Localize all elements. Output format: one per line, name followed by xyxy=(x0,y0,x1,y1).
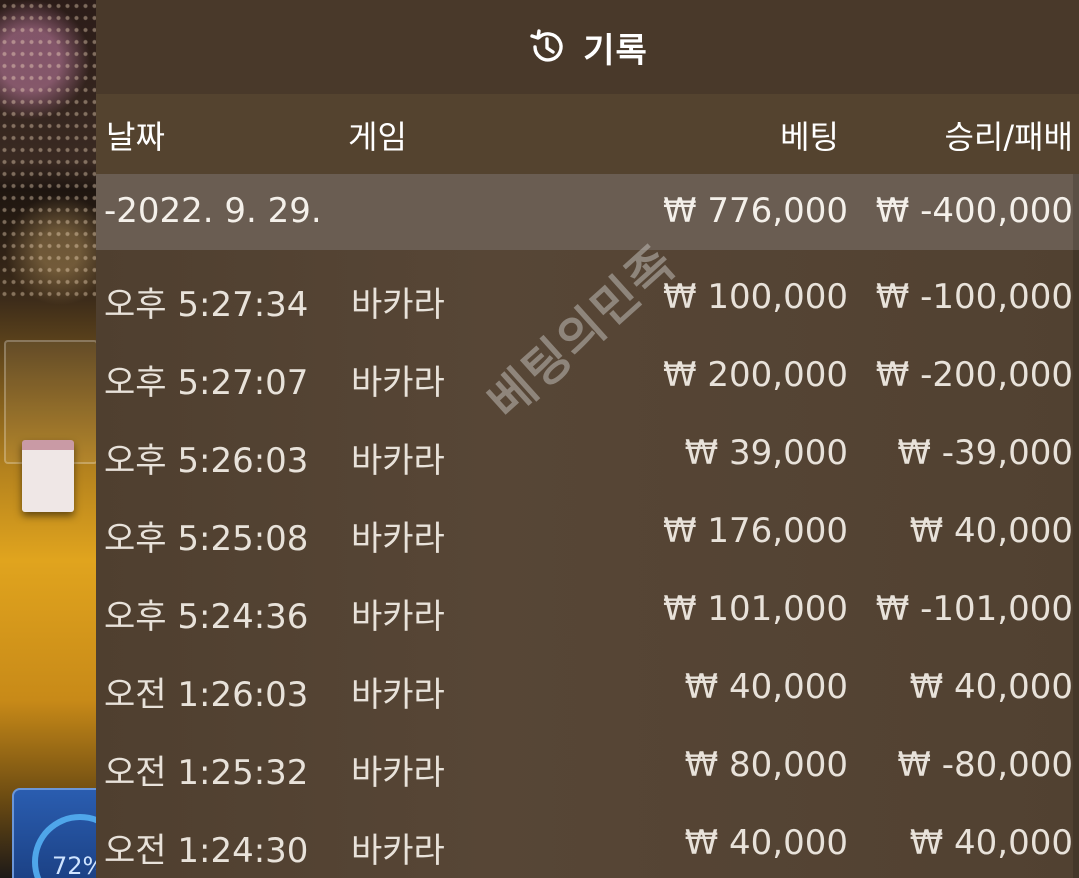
history-title: 기록 xyxy=(583,30,648,71)
summary-date: -2022. 9. 29. xyxy=(104,191,322,231)
row-bet: ₩ 40,000 xyxy=(684,667,848,707)
game-screen: 72% 기록 날짜 게임 베팅 승리/패배 -2022. 9. 29. ₩ 77… xyxy=(0,0,1079,878)
row-game: 바카라 xyxy=(351,519,445,559)
row-bet: ₩ 39,000 xyxy=(684,433,848,473)
card-deck xyxy=(22,440,74,512)
row-bet: ₩ 101,000 xyxy=(662,589,848,629)
table-row[interactable]: 오후 5:24:36 바카라 ₩ 101,000 ₩ -101,000 xyxy=(96,570,1079,648)
row-time: 오후 5:26:03 xyxy=(104,441,309,481)
table-row[interactable]: 오전 1:26:03 바카라 ₩ 40,000 ₩ 40,000 xyxy=(96,648,1079,726)
row-result: ₩ -39,000 xyxy=(897,433,1073,473)
table-row[interactable]: 오후 5:26:03 바카라 ₩ 39,000 ₩ -39,000 xyxy=(96,414,1079,492)
background-lights xyxy=(0,0,100,300)
row-game: 바카라 xyxy=(351,831,445,871)
row-result: ₩ 40,000 xyxy=(909,511,1073,551)
table-row[interactable]: 오전 1:25:32 바카라 ₩ 80,000 ₩ -80,000 xyxy=(96,726,1079,804)
column-header-game: 게임 xyxy=(348,118,407,156)
history-scrollbar[interactable] xyxy=(1073,174,1079,878)
row-time: 오후 5:25:08 xyxy=(104,519,309,559)
row-bet: ₩ 100,000 xyxy=(662,277,848,317)
table-row[interactable]: 오전 1:24:30 바카라 ₩ 40,000 ₩ 40,000 xyxy=(96,804,1079,878)
row-time: 오전 1:24:30 xyxy=(104,831,309,871)
row-game: 바카라 xyxy=(351,675,445,715)
column-header-result: 승리/패배 xyxy=(944,118,1073,156)
row-time: 오전 1:25:32 xyxy=(104,753,309,793)
row-game: 바카라 xyxy=(351,753,445,793)
column-header-bet: 베팅 xyxy=(780,118,839,156)
progress-badge[interactable]: 72% xyxy=(12,788,128,878)
row-result: ₩ -101,000 xyxy=(875,589,1073,629)
table-header: 날짜 게임 베팅 승리/패배 xyxy=(96,94,1079,174)
row-time: 오후 5:27:34 xyxy=(104,285,309,325)
row-result: ₩ -80,000 xyxy=(897,745,1073,785)
row-result: ₩ -200,000 xyxy=(875,355,1073,395)
history-header: 기록 xyxy=(96,0,1079,94)
row-time: 오후 5:24:36 xyxy=(104,597,309,637)
summary-bet-total: ₩ 776,000 xyxy=(662,191,848,231)
row-game: 바카라 xyxy=(351,285,445,325)
table-row[interactable]: 오후 5:27:07 바카라 ₩ 200,000 ₩ -200,000 xyxy=(96,336,1079,414)
table-row[interactable]: 오후 5:27:34 바카라 ₩ 100,000 ₩ -100,000 xyxy=(96,258,1079,336)
row-time: 오후 5:27:07 xyxy=(104,363,309,403)
row-game: 바카라 xyxy=(351,441,445,481)
summary-result-total: ₩ -400,000 xyxy=(875,191,1073,231)
date-summary-row[interactable]: -2022. 9. 29. ₩ 776,000 ₩ -400,000 xyxy=(96,174,1079,250)
history-panel: 기록 날짜 게임 베팅 승리/패배 -2022. 9. 29. ₩ 776,00… xyxy=(96,0,1079,878)
row-game: 바카라 xyxy=(351,597,445,637)
column-header-date: 날짜 xyxy=(106,118,165,156)
row-bet: ₩ 176,000 xyxy=(662,511,848,551)
row-result: ₩ 40,000 xyxy=(909,823,1073,863)
table-row[interactable]: 오후 5:25:08 바카라 ₩ 176,000 ₩ 40,000 xyxy=(96,492,1079,570)
history-icon xyxy=(527,27,567,67)
row-result: ₩ -100,000 xyxy=(875,277,1073,317)
row-bet: ₩ 200,000 xyxy=(662,355,848,395)
row-game: 바카라 xyxy=(351,363,445,403)
row-time: 오전 1:26:03 xyxy=(104,675,309,715)
row-result: ₩ 40,000 xyxy=(909,667,1073,707)
row-bet: ₩ 40,000 xyxy=(684,823,848,863)
row-bet: ₩ 80,000 xyxy=(684,745,848,785)
